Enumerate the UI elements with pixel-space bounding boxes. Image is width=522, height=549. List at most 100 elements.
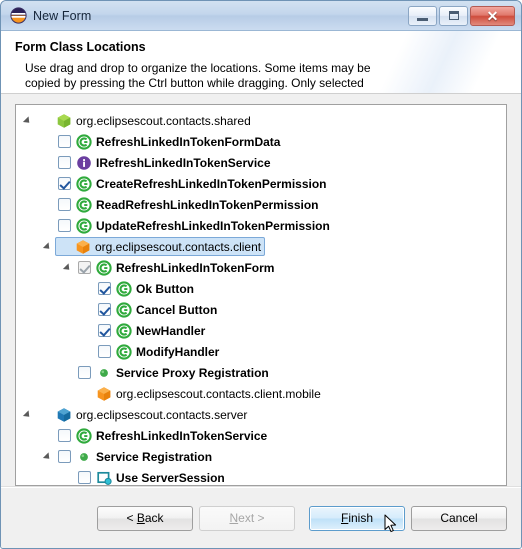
tree-node-checkbox[interactable]: [78, 366, 91, 379]
java-class-icon: [116, 280, 132, 297]
tree-node-label: org.eclipsescout.contacts.client: [95, 239, 262, 254]
tree-node-label: Service Registration: [96, 449, 213, 464]
tree-node-checkbox[interactable]: [58, 429, 71, 442]
tree-node-checkbox[interactable]: [98, 303, 111, 316]
tree-node-cls-ok-button[interactable]: Ok Button: [16, 278, 506, 299]
tree-expand-arrow-icon[interactable]: [20, 115, 36, 126]
tree-node-iface-irefreshlinkedintokenservice[interactable]: IRefreshLinkedInTokenService: [16, 152, 506, 173]
service-dot-icon: [76, 449, 92, 465]
tree-node-content: Ok Button: [96, 279, 198, 298]
finish-button[interactable]: Finish: [309, 505, 405, 531]
java-class-icon: [116, 301, 132, 318]
tree-node-label: Use ServerSession: [116, 470, 225, 485]
tree-node-pkg-server[interactable]: org.eclipsescout.contacts.server: [16, 404, 506, 425]
tree-node-checkbox[interactable]: [78, 471, 91, 484]
package-orange-hex-icon: [96, 386, 112, 402]
tree-node-label: NewHandler: [136, 323, 206, 338]
wizard-button-bar: < Back Next > Finish Cancel: [1, 486, 521, 548]
tree-node-checkbox[interactable]: [98, 324, 111, 337]
wizard-header: Form Class Locations Use drag and drop t…: [1, 31, 521, 94]
package-green-cube-icon: [56, 113, 72, 129]
tree-node-cls-refreshlinkedintokenservice[interactable]: RefreshLinkedInTokenService: [16, 425, 506, 446]
tree-node-content: org.eclipsescout.contacts.client.mobile: [76, 384, 325, 403]
tree-node-label: IRefreshLinkedInTokenService: [96, 155, 271, 170]
package-blue-cube-icon: [56, 407, 72, 423]
tree-node-content: ReadRefreshLinkedInTokenPermission: [56, 195, 323, 214]
tree-node-checkbox[interactable]: [58, 135, 71, 148]
tree-node-cls-cancel-button[interactable]: Cancel Button: [16, 299, 506, 320]
java-class-icon: [76, 175, 92, 192]
tree-node-checkbox[interactable]: [98, 345, 111, 358]
java-interface-icon: [76, 155, 92, 171]
java-class-icon: [76, 427, 92, 444]
tree-node-svc-registration[interactable]: Service Registration: [16, 446, 506, 467]
service-dot-icon: [96, 365, 112, 381]
title-bar[interactable]: New Form ✕: [1, 1, 521, 31]
tree-node-content: ModifyHandler: [96, 342, 223, 361]
java-class-icon: [116, 322, 132, 339]
tree-expand-arrow-icon[interactable]: [60, 262, 76, 273]
tree-expand-arrow-icon[interactable]: [20, 409, 36, 420]
tree-node-checkbox[interactable]: [58, 219, 71, 232]
minimize-button[interactable]: [408, 5, 437, 26]
maximize-button[interactable]: [439, 5, 468, 26]
tree-node-cls-updaterefreshlinkedintokenpermission[interactable]: UpdateRefreshLinkedInTokenPermission: [16, 215, 506, 236]
next-button[interactable]: Next >: [199, 505, 295, 531]
page-description: Use drag and drop to organize the locati…: [25, 61, 371, 90]
tree-node-checkbox[interactable]: [58, 450, 71, 463]
tree-node-label: ModifyHandler: [136, 344, 220, 359]
tree-node-cls-readrefreshlinkedintokenpermission[interactable]: ReadRefreshLinkedInTokenPermission: [16, 194, 506, 215]
package-orange-hex-icon: [75, 239, 91, 255]
tree-node-content: RefreshLinkedInTokenFormData: [56, 132, 284, 151]
tree-node-cls-newhandler[interactable]: NewHandler: [16, 320, 506, 341]
java-class-icon: [76, 196, 92, 213]
tree-node-checkbox[interactable]: [58, 156, 71, 169]
tree-node-cls-refreshlinkedintokenformdata[interactable]: RefreshLinkedInTokenFormData: [16, 131, 506, 152]
back-button[interactable]: < Back: [97, 505, 193, 531]
tree-node-label: Cancel Button: [136, 302, 218, 317]
window-title: New Form: [33, 8, 92, 23]
tree-node-content: org.eclipsescout.contacts.server: [36, 405, 251, 424]
java-class-icon: [96, 259, 112, 276]
cancel-button[interactable]: Cancel: [411, 505, 507, 531]
tree-node-content: RefreshLinkedInTokenForm: [76, 258, 278, 277]
tree-node-content: RefreshLinkedInTokenService: [56, 426, 271, 445]
tree-node-label: RefreshLinkedInTokenForm: [116, 260, 275, 275]
tree-node-cls-refreshlinkedintokenform[interactable]: RefreshLinkedInTokenForm: [16, 257, 506, 278]
tree-node-pkg-client[interactable]: org.eclipsescout.contacts.client: [16, 236, 506, 257]
java-class-icon: [116, 343, 132, 360]
tree-node-label: org.eclipsescout.contacts.client.mobile: [116, 386, 321, 401]
tree-node-checkbox[interactable]: [98, 282, 111, 295]
close-button[interactable]: ✕: [470, 5, 515, 26]
close-icon: ✕: [486, 7, 499, 24]
tree-node-checkbox[interactable]: [58, 177, 71, 190]
tree-node-content: IRefreshLinkedInTokenService: [56, 153, 275, 172]
cancel-button-label: Cancel: [440, 511, 478, 525]
tree-node-label: Service Proxy Registration: [116, 365, 269, 380]
tree-node-cls-createrefreshlinkedintokenpermission[interactable]: CreateRefreshLinkedInTokenPermission: [16, 173, 506, 194]
tree-node-label: org.eclipsescout.contacts.shared: [76, 113, 251, 128]
tree-node-cls-modifyhandler[interactable]: ModifyHandler: [16, 341, 506, 362]
tree-node-content: UpdateRefreshLinkedInTokenPermission: [56, 216, 334, 235]
tree-expand-arrow-icon[interactable]: [40, 241, 56, 252]
next-button-label: Next >: [229, 511, 265, 525]
form-class-locations-tree[interactable]: org.eclipsescout.contacts.shared RefreshL…: [15, 104, 507, 486]
tree-node-checkbox[interactable]: [78, 261, 91, 274]
tree-node-content: Cancel Button: [96, 300, 221, 319]
tree-node-checkbox[interactable]: [58, 198, 71, 211]
eclipse-logo-icon: [10, 7, 27, 24]
tree-node-label: org.eclipsescout.contacts.server: [76, 407, 248, 422]
tree-node-use-serversession[interactable]: Use ServerSession: [16, 467, 506, 486]
window-controls: ✕: [408, 5, 515, 26]
java-class-icon: [76, 133, 92, 150]
tree-node-svc-proxy-registration[interactable]: Service Proxy Registration: [16, 362, 506, 383]
tree-node-label: UpdateRefreshLinkedInTokenPermission: [96, 218, 330, 233]
tree-expand-arrow-icon[interactable]: [40, 451, 56, 462]
tree-node-pkg-shared[interactable]: org.eclipsescout.contacts.shared: [16, 110, 506, 131]
tree-node-content: org.eclipsescout.contacts.shared: [36, 111, 255, 130]
tree-node-label: Ok Button: [136, 281, 194, 296]
minimize-icon: [417, 14, 428, 21]
server-session-icon: [96, 470, 112, 486]
tree-node-pkg-client-mobile[interactable]: org.eclipsescout.contacts.client.mobile: [16, 383, 506, 404]
tree-node-label: ReadRefreshLinkedInTokenPermission: [96, 197, 319, 212]
